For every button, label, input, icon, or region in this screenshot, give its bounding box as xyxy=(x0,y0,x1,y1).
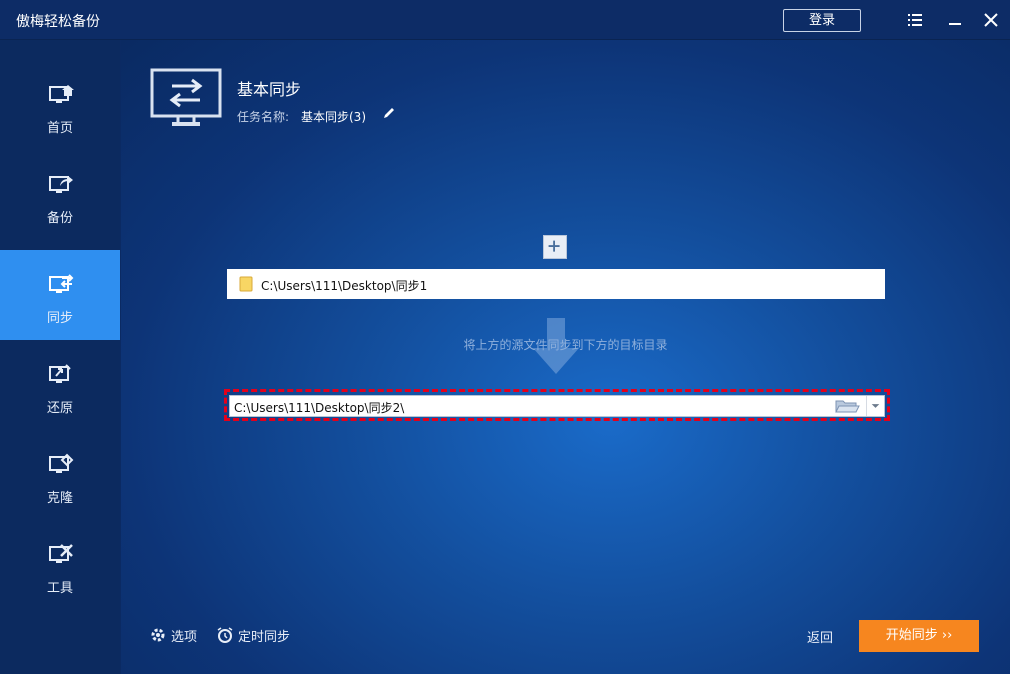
sidebar-item-restore[interactable]: 还原 xyxy=(0,340,120,430)
destination-path: C:\Users\111\Desktop\同步2\ xyxy=(234,401,405,415)
sync-hint-text: 将上方的源文件同步到下方的目标目录 xyxy=(463,338,668,352)
page-title: 基本同步 xyxy=(237,80,302,99)
chevron-down-icon[interactable] xyxy=(866,396,884,416)
close-icon[interactable] xyxy=(981,10,1001,30)
main-panel: 基本同步 任务名称: 基本同步(3) C:\Users\111\Desktop\… xyxy=(121,40,1010,674)
login-button[interactable]: 登录 xyxy=(783,9,861,32)
back-button[interactable]: 返回 xyxy=(807,627,833,646)
app-title: 傲梅轻松备份 xyxy=(16,14,100,30)
sidebar-item-backup[interactable]: 备份 xyxy=(0,150,120,240)
plus-icon xyxy=(548,240,560,252)
sidebar-item-home[interactable]: 首页 xyxy=(0,60,120,150)
sidebar-item-label: 还原 xyxy=(46,401,73,416)
options-label: 选项 xyxy=(171,630,198,645)
sidebar-item-label: 克隆 xyxy=(46,491,73,506)
clone-monitor-icon xyxy=(49,453,74,473)
backup-monitor-icon xyxy=(49,176,73,193)
sidebar-item-label: 工具 xyxy=(46,581,73,596)
open-folder-icon[interactable] xyxy=(834,398,860,414)
gear-icon xyxy=(151,628,165,642)
restore-monitor-icon xyxy=(49,364,71,383)
sidebar-item-clone[interactable]: 克隆 xyxy=(0,430,120,520)
sidebar-item-tools[interactable]: 工具 xyxy=(0,520,120,610)
sidebar-item-label: 同步 xyxy=(46,311,73,326)
schedule-sync-label: 定时同步 xyxy=(238,630,291,645)
menu-icon[interactable] xyxy=(905,10,925,30)
sidebar-item-label: 首页 xyxy=(46,121,73,136)
alarm-clock-icon xyxy=(217,627,233,643)
home-monitor-icon xyxy=(49,85,74,103)
minimize-icon[interactable] xyxy=(945,10,965,30)
start-sync-button[interactable]: 开始同步 ›› xyxy=(859,620,979,652)
task-name-label: 任务名称: xyxy=(237,110,290,124)
sync-monitor-icon xyxy=(49,274,74,293)
source-path: C:\Users\111\Desktop\同步1 xyxy=(261,279,428,293)
task-name-value: 基本同步(3) xyxy=(301,110,366,124)
add-source-button[interactable] xyxy=(543,235,567,259)
sync-task-icon xyxy=(150,68,222,126)
sidebar-item-label: 备份 xyxy=(46,211,73,226)
sidebar: 首页 备份 同步 还原 克隆 工具 xyxy=(0,40,120,674)
folder-icon xyxy=(239,276,253,292)
tools-monitor-icon xyxy=(49,544,73,563)
pencil-icon[interactable] xyxy=(382,106,396,120)
source-folder-row[interactable]: C:\Users\111\Desktop\同步1 xyxy=(227,269,885,299)
destination-path-combobox[interactable]: C:\Users\111\Desktop\同步2\ xyxy=(229,395,885,417)
title-bar: 傲梅轻松备份 登录 xyxy=(0,0,1010,40)
sidebar-item-sync[interactable]: 同步 xyxy=(0,250,120,340)
